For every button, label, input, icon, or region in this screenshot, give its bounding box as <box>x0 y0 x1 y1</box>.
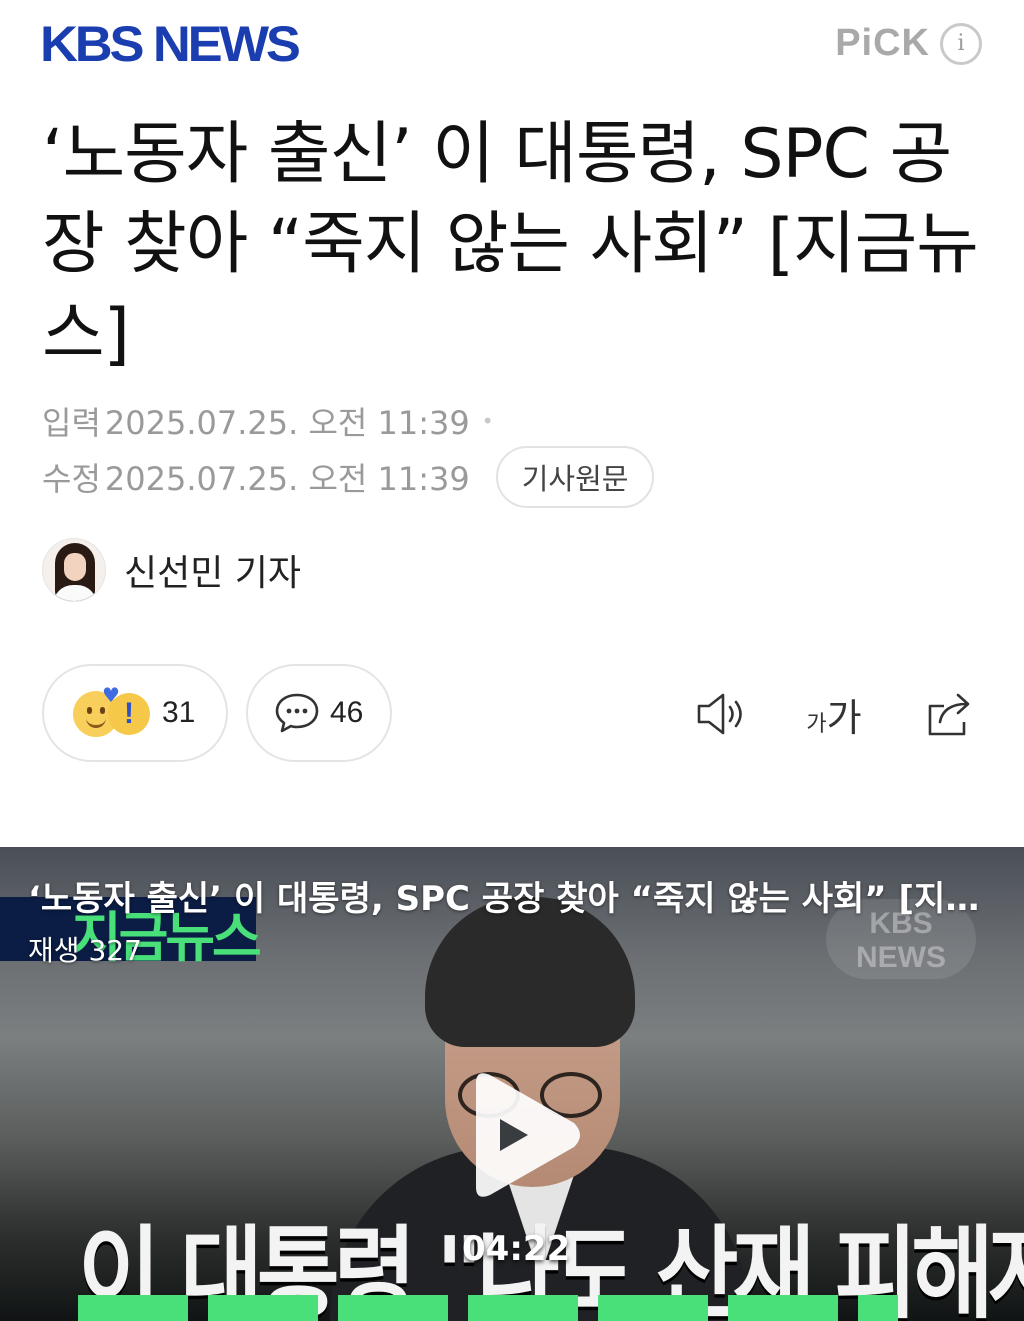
share-icon <box>928 693 970 736</box>
video-player[interactable]: 지금뉴스 KBS NEWS ‘노동자 출신’ 이 대통령, SPC 공장 찾아 … <box>0 847 1024 1321</box>
reporter-name[interactable]: 신선민 기자 <box>124 544 301 596</box>
views-label: 재생 <box>28 934 80 967</box>
article-actions: ♥ ! 31 46 가 가 <box>42 664 982 762</box>
modified-date: 2025.07.25. 오전 11:39 <box>104 460 470 498</box>
font-size-button[interactable]: 가 가 <box>804 686 864 742</box>
comment-bubble-icon <box>274 692 320 734</box>
kbs-news-logo[interactable]: KBS NEWS <box>40 18 301 70</box>
views-count: 327 <box>88 934 142 967</box>
app-header: KBS NEWS PiCK i <box>0 0 1024 92</box>
article-meta: 입력 2025.07.25. 오전 11:39 • 수정 2025.07.25.… <box>42 396 655 508</box>
reaction-count: 31 <box>162 696 196 729</box>
reporter-avatar[interactable] <box>42 538 106 602</box>
info-icon[interactable]: i <box>940 22 982 65</box>
font-small-label: 가 <box>806 712 827 737</box>
audio-button[interactable] <box>692 686 752 742</box>
comment-button[interactable]: 46 <box>246 664 392 762</box>
reporter-info[interactable]: 신선민 기자 <box>42 538 301 602</box>
video-view-count: 재생 327 <box>28 929 142 969</box>
published-label: 입력 <box>42 404 101 442</box>
font-big-label: 가 <box>826 695 862 740</box>
share-button[interactable] <box>920 686 980 742</box>
video-duration: 04:22 <box>462 1229 571 1269</box>
comment-count: 46 <box>330 696 364 729</box>
reaction-button[interactable]: ♥ ! 31 <box>42 664 228 762</box>
pick-badge[interactable]: PiCK i <box>835 22 982 65</box>
modified-row: 수정 2025.07.25. 오전 11:39 기사원문 <box>42 446 655 508</box>
pick-label: PiCK <box>835 22 930 64</box>
reaction-emoji-icon: ♥ ! <box>68 685 158 741</box>
play-icon[interactable] <box>462 1069 586 1201</box>
article-title: ‘노동자 출신’ 이 대통령, SPC 공장 찾아 “죽지 않는 사회” [지금… <box>42 115 979 374</box>
video-title: ‘노동자 출신’ 이 대통령, SPC 공장 찾아 “죽지 않는 사회” [지금… <box>28 879 994 919</box>
modified-label: 수정 <box>42 460 101 498</box>
original-article-button[interactable]: 기사원문 <box>495 446 655 508</box>
published-date: 2025.07.25. 오전 11:39 <box>104 404 470 442</box>
separator-dot: • <box>481 409 494 433</box>
published-row: 입력 2025.07.25. 오전 11:39 • <box>42 396 654 446</box>
video-caption-subline <box>78 1295 898 1321</box>
speaker-icon <box>697 693 742 735</box>
